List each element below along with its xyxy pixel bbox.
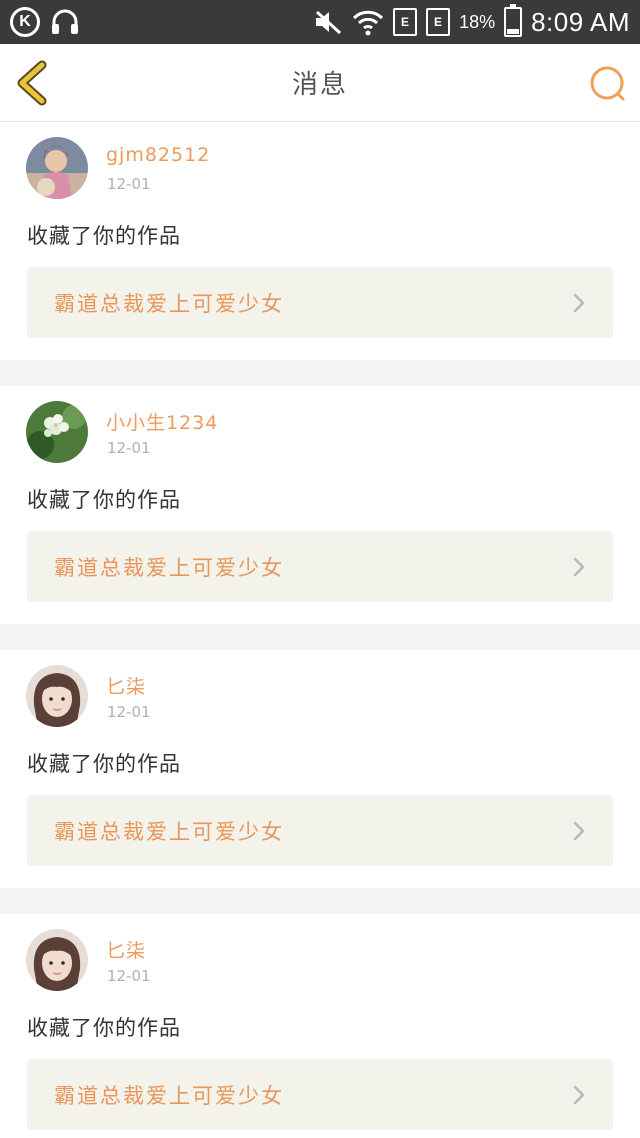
message-card: 小小生1234 12-01 收藏了你的作品 霸道总裁爱上可爱少女 xyxy=(0,386,640,624)
chevron-left-icon xyxy=(17,60,47,106)
work-link[interactable]: 霸道总裁爱上可爱少女 xyxy=(27,531,613,602)
message-card: 匕柒 12-01 收藏了你的作品 霸道总裁爱上可爱少女 xyxy=(0,650,640,888)
avatar-flower-photo-icon xyxy=(26,401,88,463)
action-text: 收藏了你的作品 xyxy=(27,488,181,512)
chevron-right-icon xyxy=(573,821,585,840)
avatar-girl-photo-icon xyxy=(26,929,88,991)
k-app-icon: K xyxy=(10,7,40,37)
sim2-icon: E xyxy=(426,8,451,36)
card-divider xyxy=(0,624,640,650)
battery-fill xyxy=(507,29,520,34)
work-title: 霸道总裁爱上可爱少女 xyxy=(54,1083,284,1108)
username[interactable]: 匕柒 xyxy=(106,936,146,963)
work-title: 霸道总裁爱上可爱少女 xyxy=(54,291,284,316)
username[interactable]: 小小生1234 xyxy=(106,408,218,435)
action-text: 收藏了你的作品 xyxy=(27,752,181,776)
work-link[interactable]: 霸道总裁爱上可爱少女 xyxy=(27,795,613,866)
chevron-right-icon xyxy=(573,293,585,312)
message-date: 12-01 xyxy=(107,967,151,985)
wifi-icon xyxy=(353,10,384,36)
status-left: K xyxy=(10,7,80,37)
clock: 8:09 AM xyxy=(531,6,630,37)
battery-percent: 18% xyxy=(459,11,496,32)
action-text: 收藏了你的作品 xyxy=(27,1016,181,1040)
avatar[interactable] xyxy=(26,137,88,199)
avatar-woman-photo-icon xyxy=(26,137,88,199)
card-divider xyxy=(0,888,640,914)
username[interactable]: 匕柒 xyxy=(106,672,146,699)
work-title: 霸道总裁爱上可爱少女 xyxy=(54,819,284,844)
message-card: gjm82512 12-01 收藏了你的作品 霸道总裁爱上可爱少女 xyxy=(0,122,640,360)
search-button[interactable] xyxy=(588,64,628,104)
back-button[interactable] xyxy=(12,60,56,106)
chevron-right-icon xyxy=(573,1085,585,1104)
message-date: 12-01 xyxy=(107,439,151,457)
status-bar: K E E 18% 8:09 AM xyxy=(0,0,640,44)
chevron-right-icon xyxy=(573,557,585,576)
work-title: 霸道总裁爱上可爱少女 xyxy=(54,555,284,580)
page-title: 消息 xyxy=(291,70,348,100)
headphones-icon xyxy=(52,9,78,34)
work-link[interactable]: 霸道总裁爱上可爱少女 xyxy=(27,267,613,338)
avatar-girl-photo-icon xyxy=(26,665,88,727)
message-date: 12-01 xyxy=(107,703,151,721)
status-right: E E 18% 8:09 AM xyxy=(313,4,630,38)
app-header: 消息 xyxy=(0,44,640,122)
message-list: gjm82512 12-01 收藏了你的作品 霸道总裁爱上可爱少女 小小生123… xyxy=(0,122,640,1138)
message-card: 匕柒 12-01 收藏了你的作品 霸道总裁爱上可爱少女 xyxy=(0,914,640,1138)
card-divider xyxy=(0,360,640,386)
message-date: 12-01 xyxy=(107,175,151,193)
avatar[interactable] xyxy=(26,929,88,991)
search-icon xyxy=(590,66,625,101)
battery-icon xyxy=(504,4,523,37)
sim1-icon: E xyxy=(393,8,418,36)
username[interactable]: gjm82512 xyxy=(106,144,210,166)
work-link[interactable]: 霸道总裁爱上可爱少女 xyxy=(27,1059,613,1130)
avatar[interactable] xyxy=(26,665,88,727)
action-text: 收藏了你的作品 xyxy=(27,224,181,248)
mute-icon xyxy=(316,10,342,35)
avatar[interactable] xyxy=(26,401,88,463)
